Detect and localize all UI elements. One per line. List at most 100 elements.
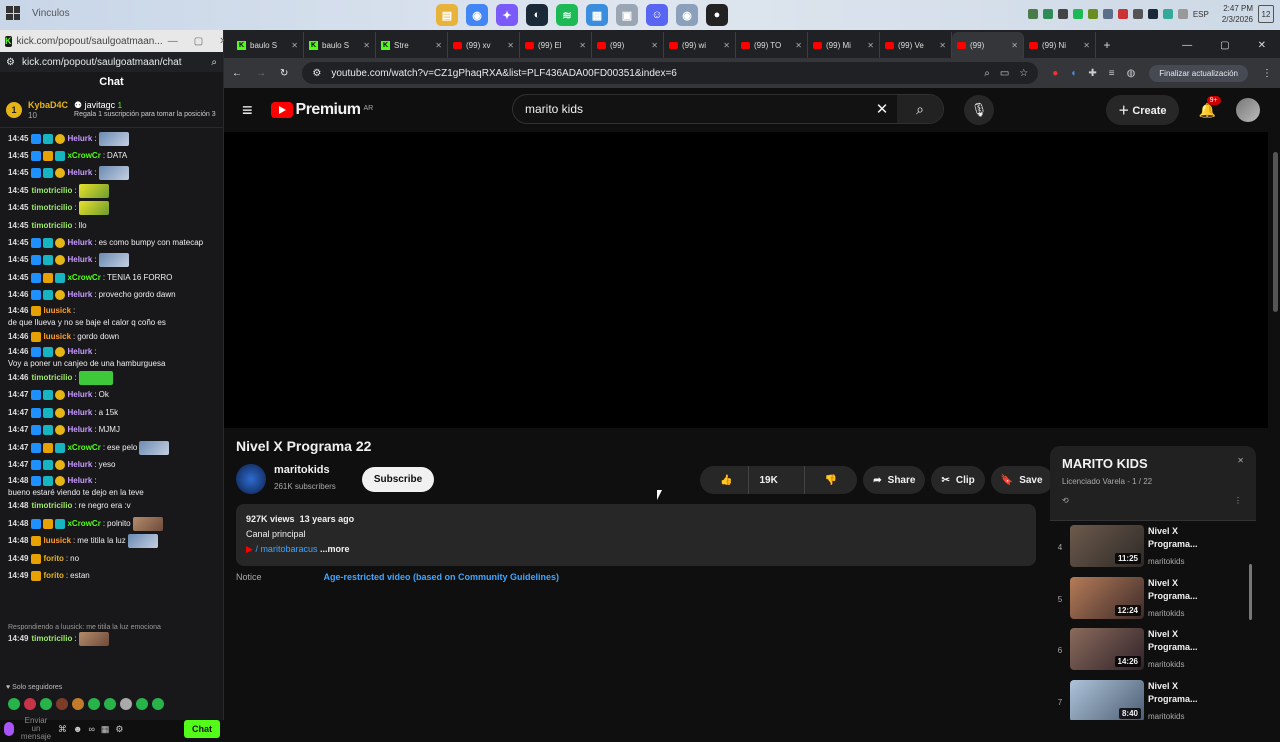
video-thumbnail[interactable]: 8:40 [1070,679,1144,720]
discord-icon[interactable]: ☺ [646,4,668,26]
emote-icon[interactable] [24,698,36,710]
extension-icon[interactable]: ● [1052,68,1058,79]
share-button[interactable]: ➦ Share [863,466,926,494]
chat-message[interactable]: 14:48 luusick: me titila la luz [8,532,217,549]
browser-tab[interactable]: (99) xv ✕ [448,32,520,58]
close-tab-icon[interactable]: ✕ [867,41,874,50]
browser-tab[interactable]: (99) wi ✕ [664,32,736,58]
description-box[interactable]: 927K views 13 years ago Canal principal … [236,504,1036,566]
message-user[interactable]: xCrowCr [67,519,100,529]
site-settings-icon[interactable]: ⚙ [6,57,15,68]
voice-search-icon[interactable]: 🎙 [964,95,994,125]
message-user[interactable]: xCrowCr [67,151,100,161]
obs-icon[interactable]: ● [706,4,728,26]
wifi-icon[interactable] [1177,9,1188,19]
reload-icon[interactable]: ↻ [280,68,288,79]
video-player[interactable] [224,132,1268,428]
playlist-menu-icon[interactable]: ⋮ [1234,496,1242,505]
minimize-icon[interactable]: — [168,36,178,47]
tray-icon[interactable] [1102,9,1113,19]
chat-message[interactable]: 14:47 Helurk: yeso [8,456,217,473]
close-tab-icon[interactable]: ✕ [435,41,442,50]
url-text[interactable]: youtube.com/watch?v=CZ1gPhaqRXA&list=PLF… [331,68,676,79]
link-icon[interactable]: ∞ [88,724,94,734]
media-icon[interactable]: ≡ [1109,68,1115,79]
settings-gear-icon[interactable]: ⚙ [115,724,123,735]
browser-tab[interactable]: (99) Ve ✕ [880,32,952,58]
copilot-icon[interactable]: ✦ [496,4,518,26]
message-user[interactable]: Helurk [67,390,92,400]
notifications-bell-icon[interactable]: 🔔 9+ [1199,95,1221,119]
maximize-icon[interactable]: ▢ [194,36,203,47]
emote-icon[interactable] [8,698,20,710]
playlist-title[interactable]: MARITO KIDS [1062,456,1244,471]
playlist-item-title[interactable]: Nivel X Programa... [1148,628,1204,654]
browser-tab[interactable]: Kbaulo S ✕ [232,32,304,58]
message-user[interactable]: luusick [43,306,71,316]
message-user[interactable]: timotricilio [31,634,72,644]
notification-center-button[interactable]: 12 [1258,5,1274,23]
message-user[interactable]: timotricilio [31,501,72,511]
search-input[interactable]: marito kids [513,102,867,116]
tray-icon[interactable] [1162,9,1173,19]
message-user[interactable]: Helurk [67,476,92,486]
emote-icon[interactable] [88,698,100,710]
close-tab-icon[interactable]: ✕ [795,41,802,50]
message-user[interactable]: Helurk [67,255,92,265]
minimize-icon[interactable]: — [1182,40,1192,51]
account-avatar[interactable] [1236,98,1260,122]
message-user[interactable]: Helurk [67,408,92,418]
chat-message[interactable]: 14:46 luusick: gordo down [8,328,217,345]
steam-icon[interactable]: ◐ [526,4,548,26]
chat-message[interactable]: 14:45 timotricilio: llo [8,217,217,234]
channel-avatar[interactable] [236,464,266,494]
chat-message[interactable]: 14:47 Helurk: a 15k [8,404,217,421]
video-thumbnail[interactable]: 14:26 [1070,628,1144,670]
forward-icon[interactable]: → [256,68,266,79]
message-user[interactable]: Helurk [67,168,92,178]
taskbar-search-label[interactable]: Vinculos [32,8,70,19]
browser-tab[interactable]: (99) El ✕ [520,32,592,58]
tray-icon[interactable] [1072,9,1083,19]
chrome-menu-icon[interactable]: ⋮ [1262,68,1272,79]
emote-icon[interactable] [72,698,84,710]
close-window-icon[interactable]: ✕ [1258,40,1266,51]
close-playlist-icon[interactable]: ✕ [1237,456,1244,465]
playlist-item-title[interactable]: Nivel X Programa... [1148,680,1204,706]
clock[interactable]: 2:47 PM 2/3/2026 [1222,3,1253,25]
zoom-icon[interactable]: ⌕ [984,68,990,79]
emote-icon[interactable] [56,698,68,710]
playlist-item[interactable]: 6 14:26 Nivel X Programa... maritokids [1050,624,1256,676]
browser-tab[interactable]: (99) TO ✕ [736,32,808,58]
tray-icon[interactable] [1087,9,1098,19]
chat-message[interactable]: 14:46 Helurk: Voy a poner un canjeo de una… [8,345,217,369]
chat-message[interactable]: 14:45 Helurk: es como bumpy con matecap [8,234,217,251]
chat-message[interactable]: 14:48 timotricilio: re negro era :v [8,498,217,515]
tray-icon[interactable] [1117,9,1128,19]
command-icon[interactable]: ⌘ [58,724,67,735]
voice-icon[interactable] [4,722,14,736]
search-icon[interactable]: ⌕ [211,57,217,68]
tray-icon[interactable] [1132,9,1143,19]
bookmark-star-icon[interactable]: ☆ [1019,68,1028,79]
emote-icon[interactable] [120,698,132,710]
chat-message[interactable]: 14:47 xCrowCr: ese pelo [8,439,217,456]
cast-icon[interactable]: ▭ [1000,68,1009,79]
message-user[interactable]: Helurk [67,134,92,144]
chat-message[interactable]: 14:49 forito: estan [8,567,217,584]
tray-icon[interactable] [1057,9,1068,19]
tray-icon[interactable] [1042,9,1053,19]
playlist-item[interactable]: 4 11:25 Nivel X Programa... maritokids [1050,521,1256,573]
close-tab-icon[interactable]: ✕ [939,41,946,50]
chat-message[interactable]: 14:45 Helurk: [8,130,217,147]
tray-icon[interactable] [1027,9,1038,19]
chat-message[interactable]: 14:45 timotricilio: [8,182,217,199]
chat-message[interactable]: 14:47 Helurk: Ok [8,387,217,404]
close-tab-icon[interactable]: ✕ [363,41,370,50]
chat-message[interactable]: 14:48 Helurk: bueno estaré viendo te dejo … [8,474,217,498]
site-info-icon[interactable]: ⚙ [312,68,321,79]
save-button[interactable]: 🔖 Save [990,466,1053,494]
message-user[interactable]: Helurk [67,347,92,357]
video-thumbnail[interactable]: 11:25 [1070,525,1144,567]
message-user[interactable]: Helurk [67,238,92,248]
